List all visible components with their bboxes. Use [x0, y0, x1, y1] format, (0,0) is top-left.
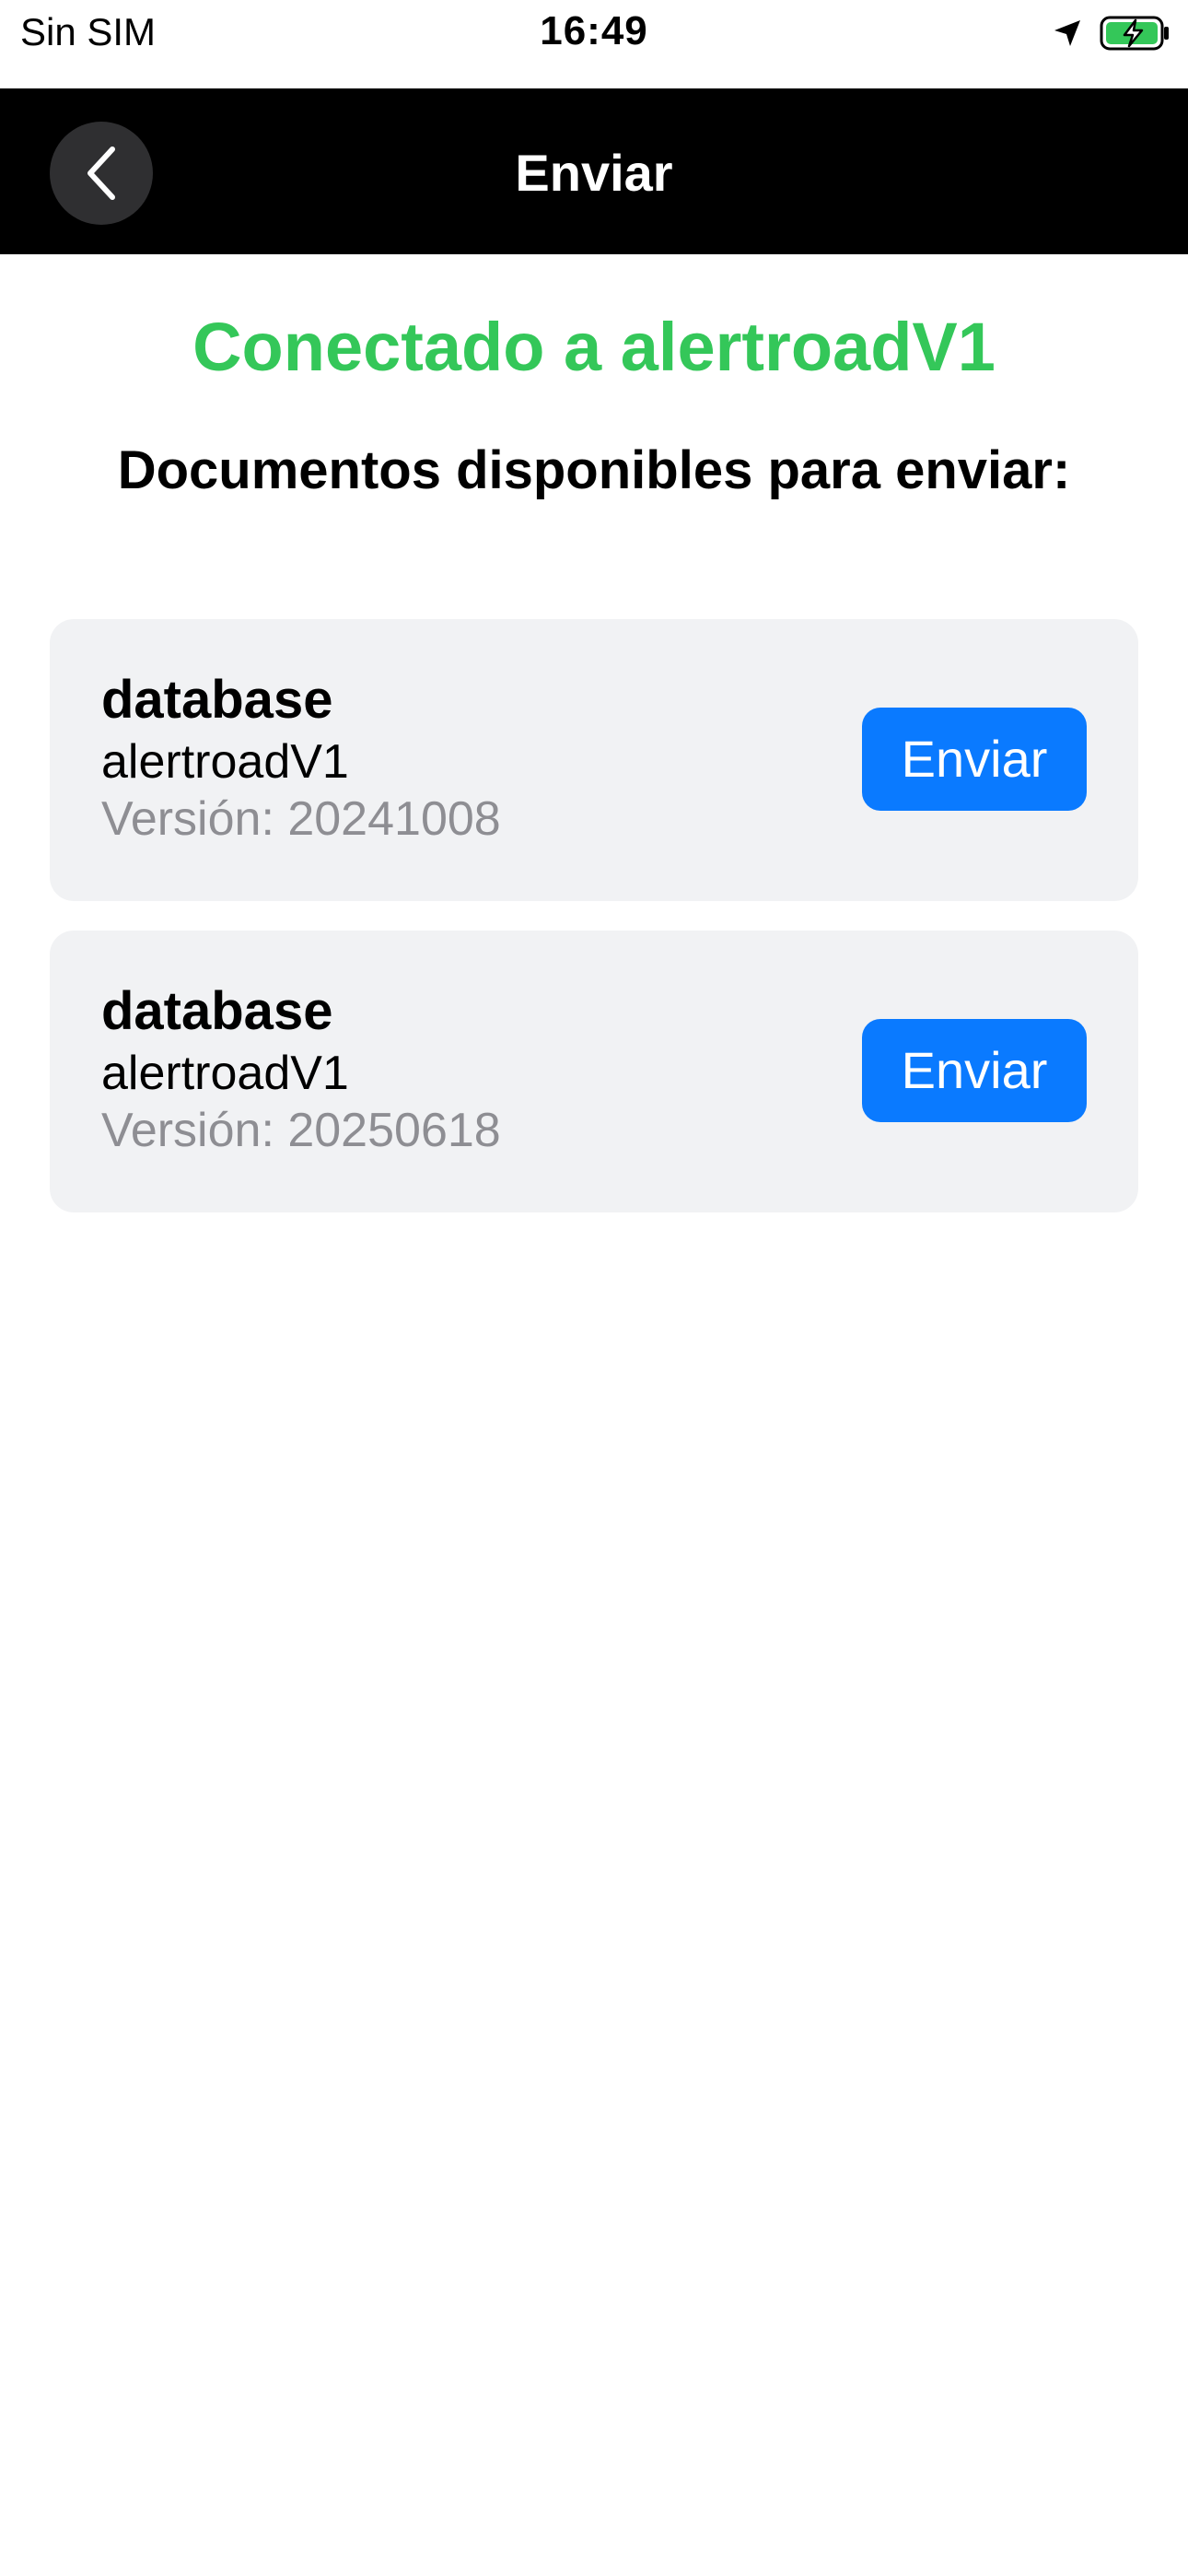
- status-indicators: [1052, 13, 1171, 53]
- document-version: Versión: 20250618: [101, 1104, 501, 1157]
- connection-status: Conectado a alertroadV1: [192, 309, 996, 385]
- status-time: 16:49: [540, 8, 648, 53]
- navigation-bar: Enviar: [0, 88, 1188, 254]
- document-name: database: [101, 670, 333, 730]
- document-device: alertroadV1: [101, 1047, 349, 1100]
- document-device: alertroadV1: [101, 735, 349, 789]
- documents-heading: Documentos disponibles para enviar:: [117, 440, 1071, 500]
- document-card: database alertroadV1 Versión: 20250618 E…: [50, 931, 1138, 1212]
- send-button[interactable]: Enviar: [862, 1019, 1087, 1122]
- send-button[interactable]: Enviar: [862, 708, 1087, 811]
- document-list: database alertroadV1 Versión: 20241008 E…: [50, 619, 1138, 1242]
- document-name: database: [101, 981, 333, 1041]
- document-card: database alertroadV1 Versión: 20241008 E…: [50, 619, 1138, 901]
- status-bar: Sin SIM 16:49: [0, 0, 1188, 88]
- location-arrow-icon: [1052, 18, 1083, 49]
- document-version: Versión: 20241008: [101, 792, 501, 846]
- battery-charging-icon: [1100, 15, 1171, 52]
- page-title: Enviar: [515, 144, 673, 202]
